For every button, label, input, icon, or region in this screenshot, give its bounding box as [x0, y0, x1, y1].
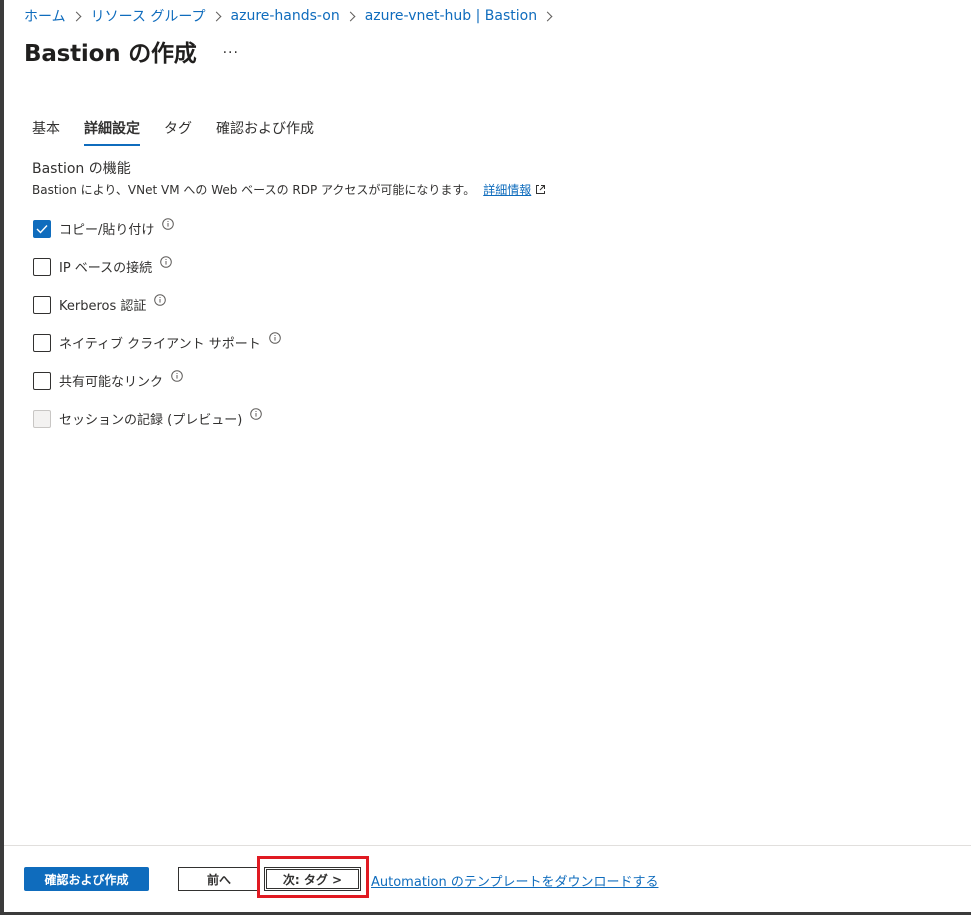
chevron-right-icon	[211, 11, 221, 21]
session-recording-label: セッションの記録 (プレビュー)	[59, 413, 243, 428]
copy-paste-checkbox[interactable]	[33, 219, 51, 238]
kerberos-checkbox[interactable]	[33, 295, 51, 314]
review-create-button[interactable]: 確認および作成	[24, 867, 149, 891]
learn-more-link[interactable]: 詳細情報	[483, 183, 531, 197]
info-icon[interactable]	[162, 217, 175, 230]
more-options-icon[interactable]: ···	[223, 41, 239, 61]
feature-session-recording: セッションの記録 (プレビュー)	[33, 407, 263, 428]
previous-button[interactable]: 前へ	[178, 867, 260, 891]
next-tags-button[interactable]: 次: タグ >	[264, 867, 361, 891]
tab-advanced[interactable]: 詳細設定	[84, 118, 140, 146]
feature-kerberos: Kerberos 認証	[33, 293, 167, 314]
checkmark-icon	[36, 224, 48, 234]
footer-divider	[4, 845, 971, 846]
section-description: Bastion により、VNet VM への Web ベースの RDP アクセス…	[32, 181, 546, 198]
info-icon[interactable]	[154, 293, 167, 306]
shareable-link-checkbox[interactable]	[33, 371, 51, 390]
tab-bar: 基本 詳細設定 タグ 確認および作成	[32, 118, 338, 146]
tab-review-create[interactable]: 確認および作成	[216, 118, 314, 146]
native-client-checkbox[interactable]	[33, 333, 51, 352]
external-link-icon	[536, 185, 546, 194]
section-description-text: Bastion により、VNet VM への Web ベースの RDP アクセス…	[32, 183, 476, 197]
breadcrumb-vnet-bastion[interactable]: azure-vnet-hub | Bastion	[365, 8, 537, 24]
feature-ip-based-connection: IP ベースの接続	[33, 255, 172, 276]
info-icon[interactable]	[171, 369, 183, 382]
window-left-border	[0, 0, 4, 915]
ip-based-connection-label: IP ベースの接続	[59, 261, 153, 276]
section-title: Bastion の機能	[32, 161, 131, 177]
feature-copy-paste: コピー/貼り付け	[33, 217, 175, 238]
info-icon[interactable]	[160, 255, 172, 268]
feature-native-client: ネイティブ クライアント サポート	[33, 331, 281, 352]
chevron-right-icon	[345, 11, 356, 21]
copy-paste-label: コピー/貼り付け	[59, 223, 155, 238]
chevron-right-icon	[542, 11, 553, 21]
title-row: Bastion の作成 ···	[24, 34, 239, 68]
tab-basics[interactable]: 基本	[32, 118, 60, 146]
native-client-label: ネイティブ クライアント サポート	[59, 337, 261, 352]
feature-shareable-link: 共有可能なリンク	[33, 369, 183, 390]
chevron-right-icon	[71, 11, 82, 21]
breadcrumb-resource-groups[interactable]: リソース グループ	[91, 6, 206, 26]
kerberos-label: Kerberos 認証	[59, 299, 147, 314]
session-recording-checkbox	[33, 409, 51, 428]
breadcrumb-resource-group[interactable]: azure-hands-on	[231, 8, 340, 24]
ip-based-connection-checkbox[interactable]	[33, 257, 51, 276]
breadcrumb: ホーム リソース グループ azure-hands-on azure-vnet-…	[24, 6, 562, 26]
download-template-link[interactable]: Automation のテンプレートをダウンロードする	[371, 871, 658, 890]
info-icon[interactable]	[250, 407, 263, 420]
breadcrumb-home[interactable]: ホーム	[24, 6, 66, 26]
tab-tags[interactable]: タグ	[164, 118, 192, 146]
page-title: Bastion の作成	[24, 41, 197, 67]
info-icon[interactable]	[268, 331, 281, 344]
shareable-link-label: 共有可能なリンク	[59, 375, 164, 390]
